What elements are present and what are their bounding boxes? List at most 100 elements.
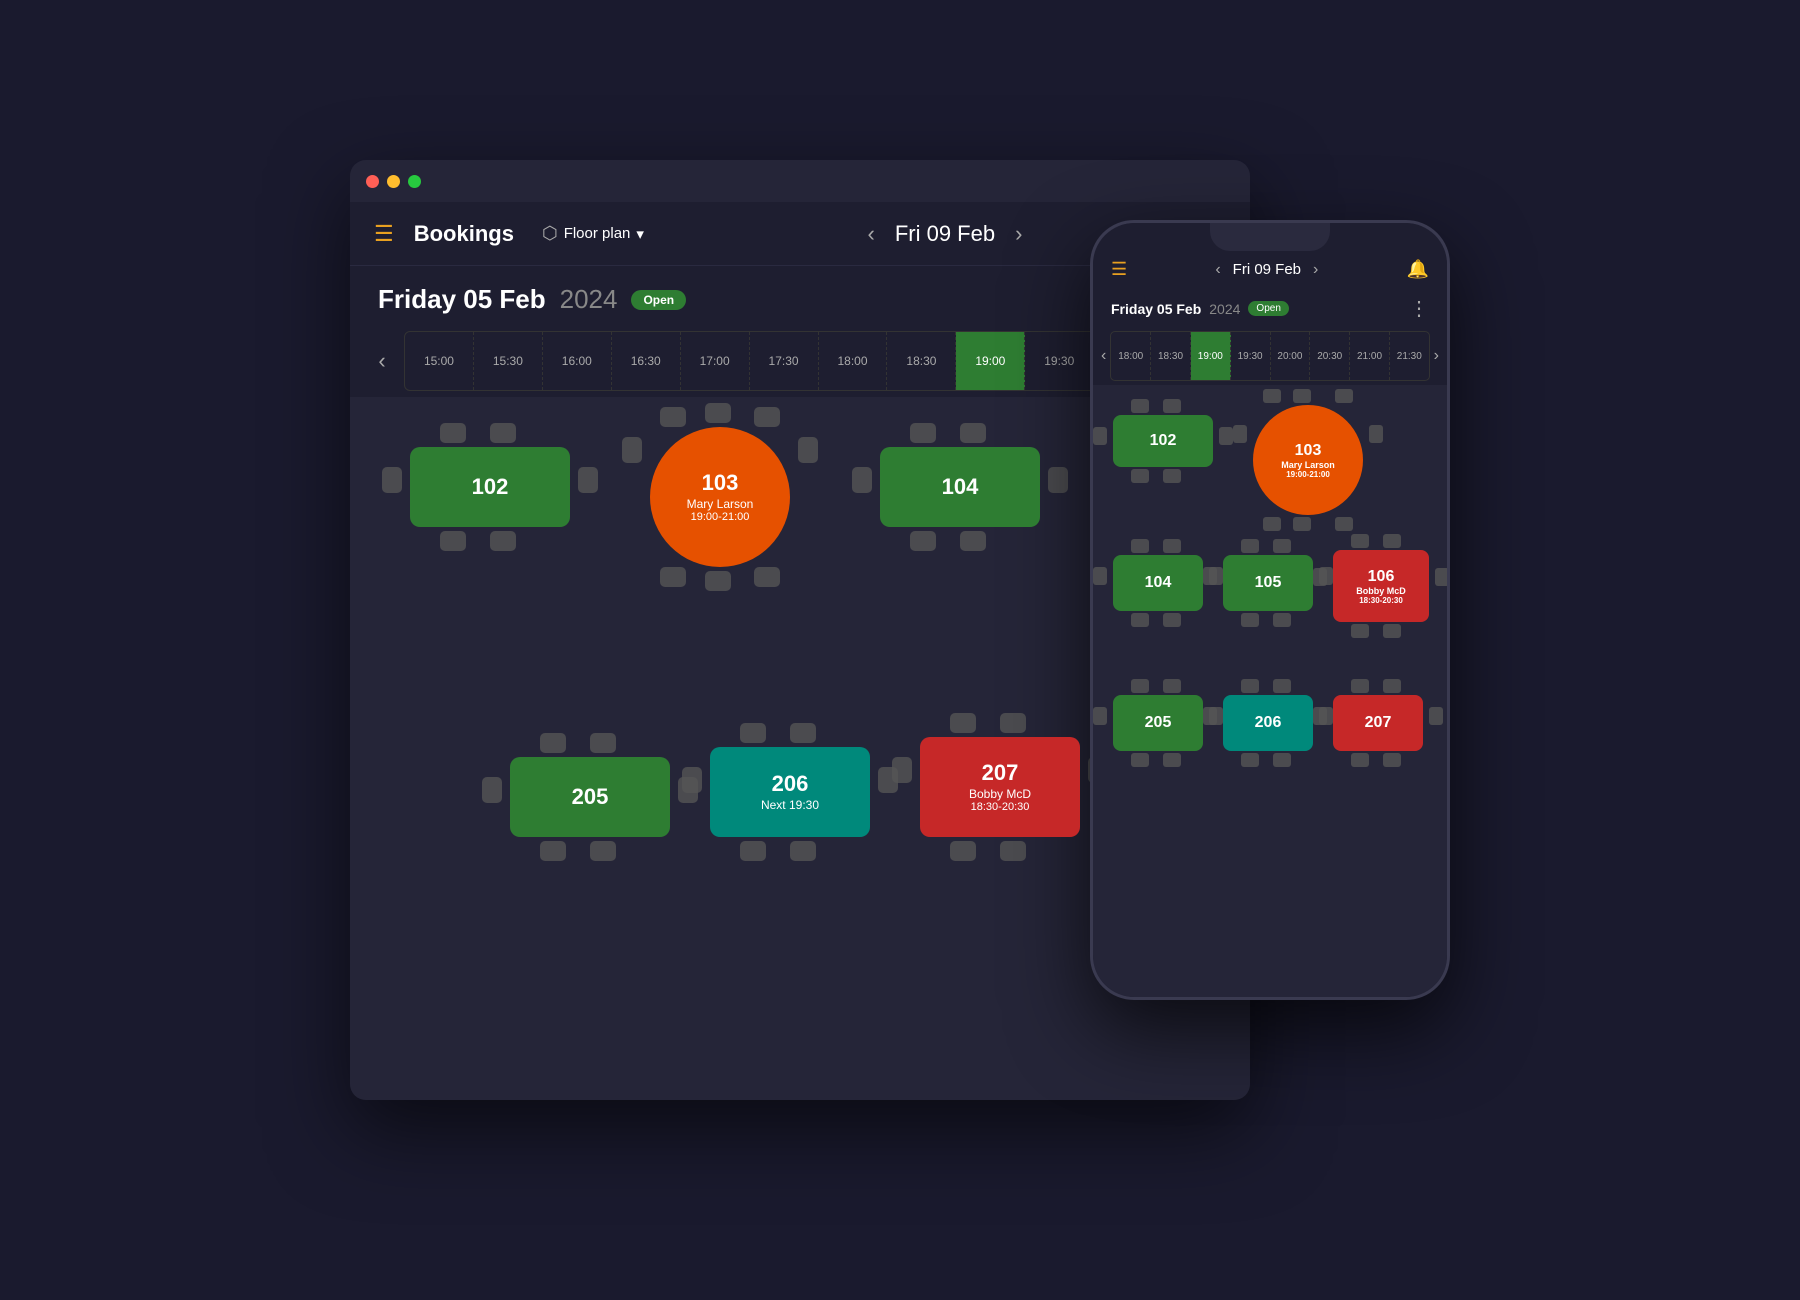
mobile-table-104[interactable]: 104 [1113,555,1203,611]
mobile-status-badge: Open [1248,301,1288,316]
scene: ☰ Bookings ⬡ Floor plan ▾ ‹ Fri 09 Feb ›… [350,160,1450,1140]
mobile-time-cell-2000[interactable]: 20:00 [1271,332,1311,380]
current-date: Fri 09 Feb [895,221,995,247]
next-date-button[interactable]: › [1015,221,1022,247]
chair [1351,534,1369,548]
mobile-menu-icon[interactable]: ☰ [1111,259,1127,280]
mobile-time-cell-2130[interactable]: 21:30 [1390,332,1429,380]
minimize-dot[interactable] [387,175,400,188]
time-cell-1530[interactable]: 15:30 [474,332,543,390]
chair [1273,539,1291,553]
time-cell-1700[interactable]: 17:00 [681,332,750,390]
mobile-table-group-102[interactable]: 102 [1113,415,1213,467]
time-cell-1830[interactable]: 18:30 [887,332,956,390]
chair [1163,469,1181,483]
chair [754,407,780,427]
mobile-table-group-205[interactable]: 205 [1113,695,1203,751]
chair [1383,534,1401,548]
chair [1131,539,1149,553]
title-bar [350,160,1250,202]
mobile-time-cell-1930[interactable]: 19:30 [1231,332,1271,380]
mobile-prev-date-button[interactable]: ‹ [1215,261,1220,279]
chair [1131,469,1149,483]
mobile-time-cell-1800[interactable]: 18:00 [1111,332,1151,380]
table-206[interactable]: 206 Next 19:30 [710,747,870,837]
mobile-table-group-207[interactable]: 207 [1333,695,1423,751]
mobile-table-group-206[interactable]: 206 [1223,695,1313,751]
time-cell-1800[interactable]: 18:00 [819,332,888,390]
mobile-time-cell-2100[interactable]: 21:00 [1350,332,1390,380]
table-number: 104 [1145,574,1172,592]
mobile-table-106[interactable]: 106 Bobby McD 18:30-20:30 [1333,550,1429,622]
table-207[interactable]: 207 Bobby McD 18:30-20:30 [920,737,1080,837]
chair [1219,427,1233,445]
table-104[interactable]: 104 [880,447,1040,527]
mobile-table-206[interactable]: 206 [1223,695,1313,751]
table-number: 104 [942,476,979,498]
chair [740,723,766,743]
mobile-time-next-button[interactable]: › [1434,347,1439,365]
floor-plan-button[interactable]: ⬡ Floor plan ▾ [542,223,644,244]
year-display: 2024 [560,284,618,315]
time-cell-1900[interactable]: 19:00 [956,332,1025,390]
mobile-table-group-104[interactable]: 104 [1113,555,1203,611]
time-cell-1500[interactable]: 15:00 [405,332,474,390]
dropdown-arrow-icon: ▾ [636,225,644,243]
chair [1241,539,1259,553]
mobile-table-group-103[interactable]: 103 Mary Larson 19:00-21:00 [1253,405,1363,515]
maximize-dot[interactable] [408,175,421,188]
mobile-more-icon[interactable]: ⋮ [1409,296,1429,321]
table-102[interactable]: 102 [410,447,570,527]
mobile-table-205[interactable]: 205 [1113,695,1203,751]
chair [798,437,818,463]
time-cell-1730[interactable]: 17:30 [750,332,819,390]
mobile-date-row: Friday 05 Feb 2024 Open ⋮ [1093,290,1447,327]
mobile-time-cell-1830[interactable]: 18:30 [1151,332,1191,380]
close-dot[interactable] [366,175,379,188]
table-number: 206 [1255,714,1282,732]
table-group-205[interactable]: 205 [510,757,670,837]
chair [482,777,502,803]
mobile-floor-area: 102 103 Mary Larson [1093,385,1447,997]
mobile-table-group-105[interactable]: 105 [1223,555,1313,611]
chair [1351,624,1369,638]
mobile-time-prev-button[interactable]: ‹ [1101,347,1106,365]
prev-date-button[interactable]: ‹ [868,221,875,247]
chair [1131,613,1149,627]
mobile-time-cell-2030[interactable]: 20:30 [1310,332,1350,380]
table-group-104[interactable]: 104 [880,447,1040,527]
mobile-table-207[interactable]: 207 [1333,695,1423,751]
mobile-table-102[interactable]: 102 [1113,415,1213,467]
chair [892,757,912,783]
chair [852,467,872,493]
chair [1000,841,1026,861]
floor-plan-label: Floor plan [564,225,631,242]
table-group-102[interactable]: 102 [410,447,570,527]
mobile-bell-icon[interactable]: 🔔 [1407,259,1429,280]
table-205[interactable]: 205 [510,757,670,837]
table-group-207[interactable]: 207 Bobby McD 18:30-20:30 [920,737,1080,837]
chair [960,423,986,443]
time-cell-1600[interactable]: 16:00 [543,332,612,390]
table-103[interactable]: 103 Mary Larson 19:00-21:00 [650,427,790,567]
mobile-table-group-106[interactable]: 106 Bobby McD 18:30-20:30 [1333,550,1429,622]
table-group-103[interactable]: 103 Mary Larson 19:00-21:00 [650,427,790,567]
mobile-table-105[interactable]: 105 [1223,555,1313,611]
table-number: 105 [1255,574,1282,592]
chair [1383,624,1401,638]
menu-icon[interactable]: ☰ [374,221,394,247]
table-number: 205 [1145,714,1172,732]
table-guest-name: Bobby McD [969,787,1031,801]
chair [1131,679,1149,693]
mobile-time-cell-1900[interactable]: 19:00 [1191,332,1231,380]
mobile-table-103[interactable]: 103 Mary Larson 19:00-21:00 [1253,405,1363,515]
chair [1293,389,1311,403]
time-prev-button[interactable]: ‹ [368,348,396,374]
floor-plan-icon: ⬡ [542,223,558,244]
table-group-206[interactable]: 206 Next 19:30 [710,747,870,837]
chair [1203,707,1217,725]
chair [1263,389,1281,403]
mobile-next-date-button[interactable]: › [1313,261,1318,279]
time-cell-1630[interactable]: 16:30 [612,332,681,390]
time-cell-1930[interactable]: 19:30 [1025,332,1094,390]
